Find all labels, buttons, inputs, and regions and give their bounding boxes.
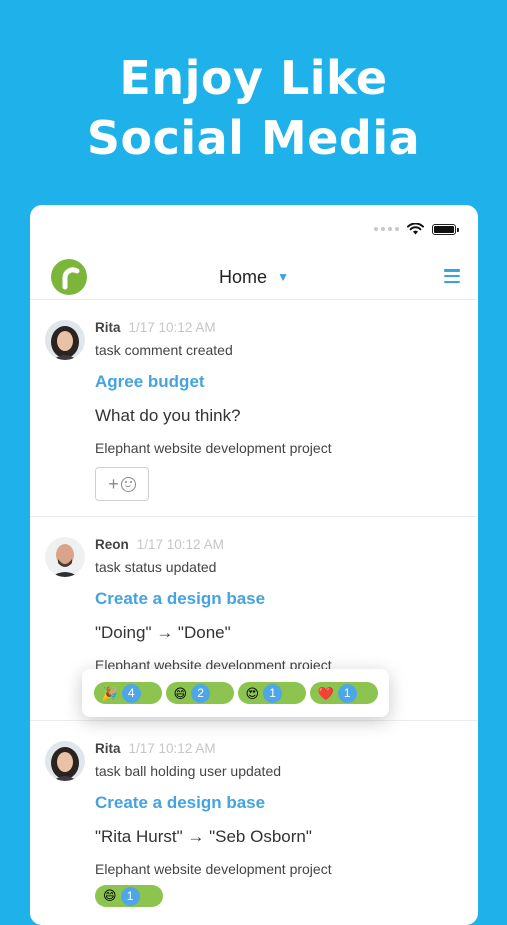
reaction-pill[interactable]: 😍 1 <box>237 682 306 704</box>
assignee-change-text: "Rita Hurst" → "Seb Osborn" <box>95 827 312 846</box>
user-name: Reon <box>95 537 129 552</box>
reaction-count: 1 <box>263 683 283 703</box>
project-name[interactable]: Elephant website development project <box>95 861 332 877</box>
task-link[interactable]: Create a design base <box>95 793 265 813</box>
add-reaction-button[interactable]: + <box>95 467 149 501</box>
task-link[interactable]: Create a design base <box>95 589 265 609</box>
timestamp: 1/17 10:12 AM <box>136 537 224 552</box>
signal-icon <box>374 227 399 231</box>
reaction-pill[interactable]: 😄 1 <box>95 885 163 907</box>
item-meta: Rita 1/17 10:12 AM <box>95 741 216 756</box>
reaction-pill[interactable]: 🎉 4 <box>93 682 162 704</box>
phone-screen: Home ▼ Rita 1/17 10:12 AM task comment cre… <box>30 205 478 925</box>
promo-headline: Enjoy Like Social Media <box>0 48 507 168</box>
avatar[interactable] <box>45 741 85 781</box>
timestamp: 1/17 10:12 AM <box>128 320 216 335</box>
action-text: task status updated <box>95 559 217 575</box>
avatar[interactable] <box>45 537 85 577</box>
status-change-text: "Doing" → "Done" <box>95 623 231 642</box>
action-text: task comment created <box>95 342 233 358</box>
action-text: task ball holding user updated <box>95 763 282 779</box>
reactions-popup: 🎉 4 😄 2 😍 1 ❤️ 1 <box>82 669 389 717</box>
reaction-count: 4 <box>121 683 141 703</box>
reaction-count: 1 <box>120 886 140 906</box>
promo-line-1: Enjoy Like <box>119 51 388 105</box>
grin-emoji-icon: 😄 <box>173 685 188 701</box>
battery-icon <box>432 223 459 235</box>
user-name: Rita <box>95 320 121 335</box>
grin-emoji-icon: 😄 <box>103 888 117 903</box>
navbar: Home ▼ <box>30 255 478 300</box>
reaction-pill[interactable]: ❤️ 1 <box>309 682 378 704</box>
plus-icon: + <box>108 473 119 494</box>
chevron-down-icon: ▼ <box>277 270 289 284</box>
reaction-count: 1 <box>337 683 357 703</box>
smile-icon <box>120 476 136 492</box>
party-emoji-icon: 🎉 <box>101 685 118 701</box>
heart-emoji-icon: ❤️ <box>317 685 334 701</box>
heart-eyes-emoji-icon: 😍 <box>245 685 260 701</box>
feed-item: Rita 1/17 10:12 AM task comment created A… <box>30 300 478 517</box>
user-name: Rita <box>95 741 121 756</box>
home-dropdown[interactable]: Home ▼ <box>30 267 478 288</box>
comment-text: What do you think? <box>95 406 241 425</box>
project-name[interactable]: Elephant website development project <box>95 440 332 456</box>
avatar[interactable] <box>45 320 85 360</box>
nav-title-label: Home <box>219 267 268 287</box>
promo-line-2: Social Media <box>86 111 421 165</box>
wifi-icon <box>407 223 424 235</box>
item-meta: Reon 1/17 10:12 AM <box>95 537 224 552</box>
menu-icon[interactable] <box>444 269 460 283</box>
status-bar <box>374 221 459 237</box>
timestamp: 1/17 10:12 AM <box>128 741 216 756</box>
task-link[interactable]: Agree budget <box>95 372 205 392</box>
reaction-count: 2 <box>191 683 211 703</box>
reaction-pill[interactable]: 😄 2 <box>165 682 234 704</box>
item-meta: Rita 1/17 10:12 AM <box>95 320 216 335</box>
